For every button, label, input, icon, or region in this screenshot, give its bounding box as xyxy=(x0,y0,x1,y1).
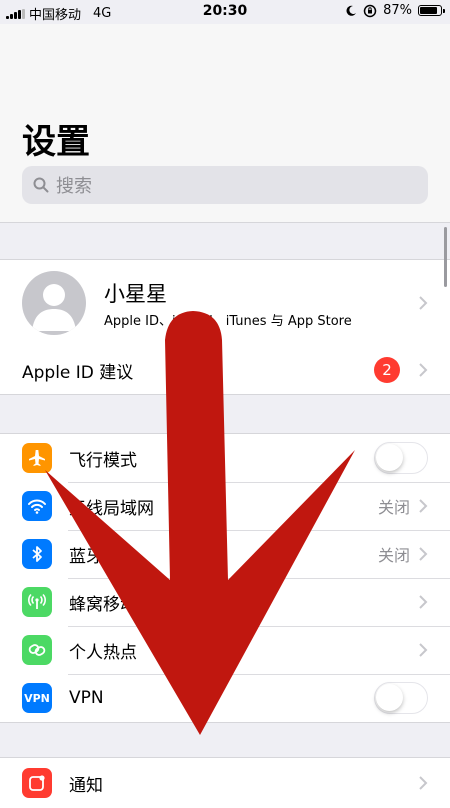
toggle-knob xyxy=(376,444,403,471)
vpn-toggle[interactable] xyxy=(374,682,428,714)
airplane-icon xyxy=(22,443,52,473)
row-label: 个人热点 xyxy=(69,642,137,663)
search-icon xyxy=(33,177,49,193)
cellular-icon xyxy=(22,587,52,617)
wifi-icon xyxy=(22,491,52,521)
chevron-right-icon xyxy=(419,547,428,561)
notifications-group: 通知 xyxy=(0,757,450,808)
vpn-icon: VPN xyxy=(22,683,52,713)
moon-icon xyxy=(346,5,357,16)
profile-subtitle: Apple ID、iCloud、iTunes 与 App Store xyxy=(104,314,352,329)
chevron-right-icon xyxy=(419,643,428,657)
row-label: VPN xyxy=(69,688,104,708)
wifi-row[interactable]: 无线局域网 关闭 xyxy=(0,482,450,530)
row-value: 关闭 xyxy=(377,498,410,517)
profile-name: 小星星 xyxy=(104,282,167,306)
status-right: 87% xyxy=(345,3,445,18)
scrollbar[interactable] xyxy=(444,227,447,287)
battery-icon xyxy=(418,5,445,16)
row-label: 通知 xyxy=(69,775,103,796)
suggestion-label: Apple ID 建议 xyxy=(22,362,134,383)
suggestion-badge: 2 xyxy=(374,357,400,383)
status-bar: 中国移动 4G 20:30 87% xyxy=(0,0,450,24)
search-field[interactable]: 搜索 xyxy=(22,166,428,204)
apple-id-suggestion-row[interactable]: Apple ID 建议 2 xyxy=(0,346,450,394)
search-placeholder: 搜索 xyxy=(56,176,92,197)
chevron-right-icon xyxy=(419,363,428,377)
profile-group: 小星星 Apple ID、iCloud、iTunes 与 App Store A… xyxy=(0,259,450,395)
bluetooth-icon xyxy=(22,539,52,569)
chevron-right-icon xyxy=(419,296,428,310)
chevron-right-icon xyxy=(419,595,428,609)
personal-hotspot-row[interactable]: 个人热点 xyxy=(0,626,450,674)
toggle-knob xyxy=(376,684,403,711)
chevron-right-icon xyxy=(419,499,428,513)
notifications-row[interactable]: 通知 xyxy=(0,758,450,808)
avatar xyxy=(22,271,86,335)
row-label: 飞行模式 xyxy=(69,450,137,471)
connectivity-group: 飞行模式 无线局域网 关闭 蓝牙 关闭 蜂窝移动网络 个人热点 VPN VPN xyxy=(0,433,450,723)
page-title: 设置 xyxy=(22,122,90,162)
row-label: 蜂窝移动网络 xyxy=(69,594,171,615)
person-silhouette-icon xyxy=(32,284,76,331)
row-label: 无线局域网 xyxy=(69,498,154,519)
apple-id-row[interactable]: 小星星 Apple ID、iCloud、iTunes 与 App Store xyxy=(0,260,450,346)
vpn-row[interactable]: VPN VPN xyxy=(0,674,450,722)
battery-fill xyxy=(420,7,438,14)
airplane-mode-toggle[interactable] xyxy=(374,442,428,474)
battery-percent: 87% xyxy=(383,3,412,18)
chevron-right-icon xyxy=(419,776,428,790)
settings-header: 设置 搜索 xyxy=(0,24,450,223)
row-value: 关闭 xyxy=(377,546,410,565)
hotspot-icon xyxy=(22,635,52,665)
bluetooth-row[interactable]: 蓝牙 关闭 xyxy=(0,530,450,578)
cellular-row[interactable]: 蜂窝移动网络 xyxy=(0,578,450,626)
row-label: 蓝牙 xyxy=(69,546,103,567)
airplane-mode-row[interactable]: 飞行模式 xyxy=(0,434,450,482)
notifications-icon xyxy=(22,768,52,798)
orientation-lock-icon xyxy=(363,4,377,17)
